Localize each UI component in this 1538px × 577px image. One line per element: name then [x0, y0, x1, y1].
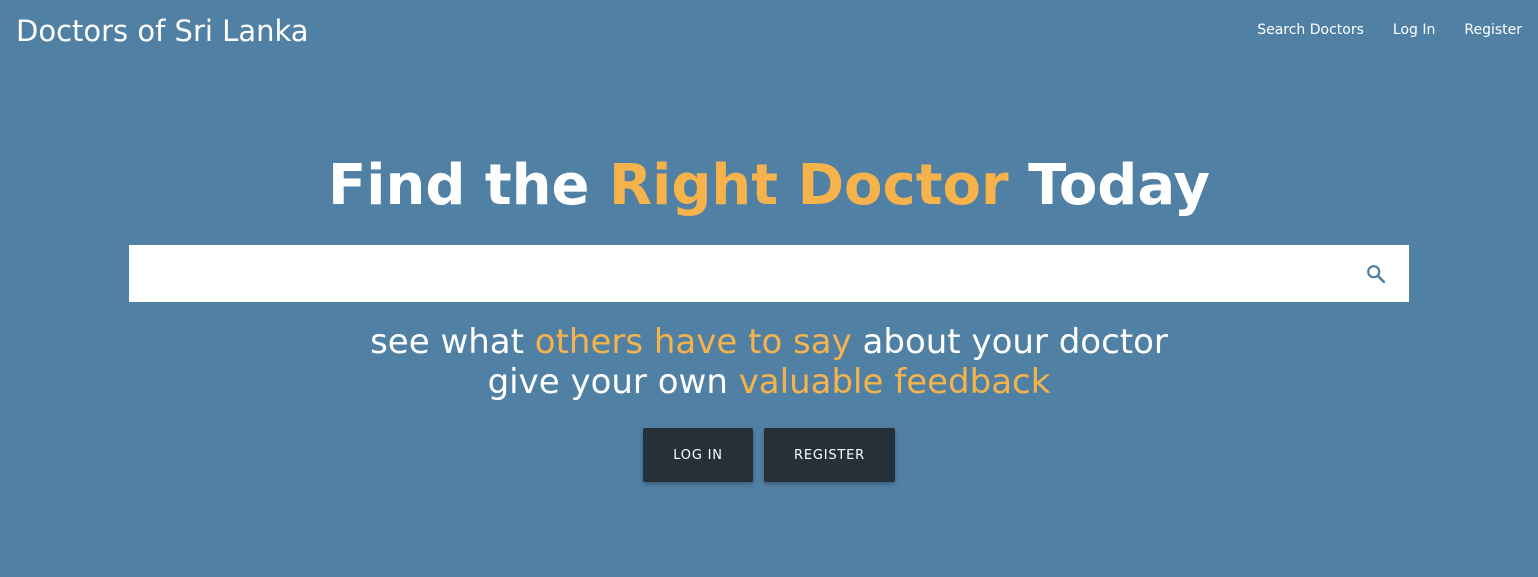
- tagline-1-suffix: about your doctor: [851, 322, 1168, 362]
- tagline-2-highlight: valuable feedback: [738, 362, 1051, 402]
- nav-link-search-doctors[interactable]: Search Doctors: [1257, 19, 1364, 41]
- tagline-1-highlight: others have to say: [534, 322, 852, 362]
- tagline-2-prefix: give your own: [487, 362, 739, 402]
- search-icon[interactable]: [1365, 263, 1387, 285]
- tagline-line-1: see what others have to say about your d…: [0, 321, 1538, 363]
- hero-title-prefix: Find the: [328, 153, 610, 218]
- search-bar: [129, 245, 1409, 302]
- tagline-1-prefix: see what: [370, 322, 535, 362]
- hero-title-suffix: Today: [1008, 153, 1210, 218]
- nav-link-register[interactable]: Register: [1464, 19, 1522, 41]
- nav-link-log-in[interactable]: Log In: [1393, 19, 1435, 41]
- nav-links: Search Doctors Log In Register: [1257, 19, 1522, 41]
- login-button[interactable]: LOG IN: [643, 428, 753, 482]
- register-button[interactable]: REGISTER: [764, 428, 895, 482]
- navbar: Doctors of Sri Lanka Search Doctors Log …: [0, 0, 1538, 62]
- search-input[interactable]: [129, 245, 1349, 302]
- hero-title-highlight: Right Doctor: [609, 153, 1009, 218]
- hero-title: Find the Right Doctor Today: [0, 150, 1538, 222]
- brand-logo-link[interactable]: Doctors of Sri Lanka: [16, 12, 309, 50]
- tagline-line-2: give your own valuable feedback: [0, 361, 1538, 403]
